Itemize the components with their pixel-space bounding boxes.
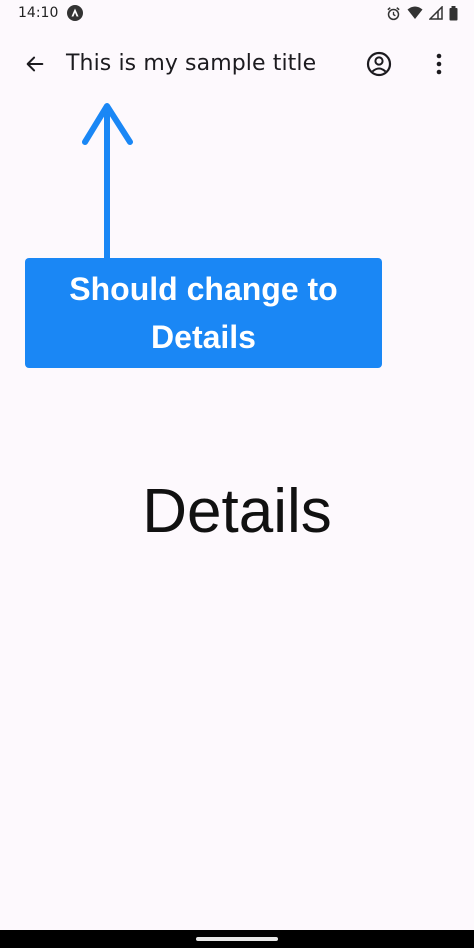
navigation-bar bbox=[0, 930, 474, 948]
back-button[interactable] bbox=[22, 53, 48, 79]
annotation-callout: Should change to Details bbox=[25, 258, 382, 368]
status-left: 14:10 bbox=[18, 5, 84, 21]
status-time: 14:10 bbox=[18, 5, 59, 21]
content-text: Details bbox=[142, 477, 332, 546]
more-vert-icon bbox=[436, 53, 442, 79]
top-app-bar: This is my sample title bbox=[0, 38, 474, 94]
annotation-arrow-icon bbox=[82, 103, 133, 262]
signal-icon bbox=[429, 6, 443, 20]
more-options-button[interactable] bbox=[428, 52, 450, 80]
back-arrow-icon bbox=[24, 53, 46, 79]
app-bar-title: This is my sample title bbox=[66, 51, 317, 76]
account-circle-icon bbox=[366, 51, 392, 81]
alarm-icon bbox=[386, 6, 401, 21]
app-notification-icon bbox=[67, 5, 84, 21]
status-bar: 14:10 bbox=[0, 0, 474, 26]
status-right bbox=[386, 5, 458, 21]
wifi-icon bbox=[407, 6, 423, 20]
profile-button[interactable] bbox=[365, 51, 393, 81]
screen: 14:10 This is my sample title Should cha… bbox=[0, 0, 474, 948]
gesture-handle[interactable] bbox=[196, 937, 278, 941]
battery-icon bbox=[449, 5, 458, 21]
